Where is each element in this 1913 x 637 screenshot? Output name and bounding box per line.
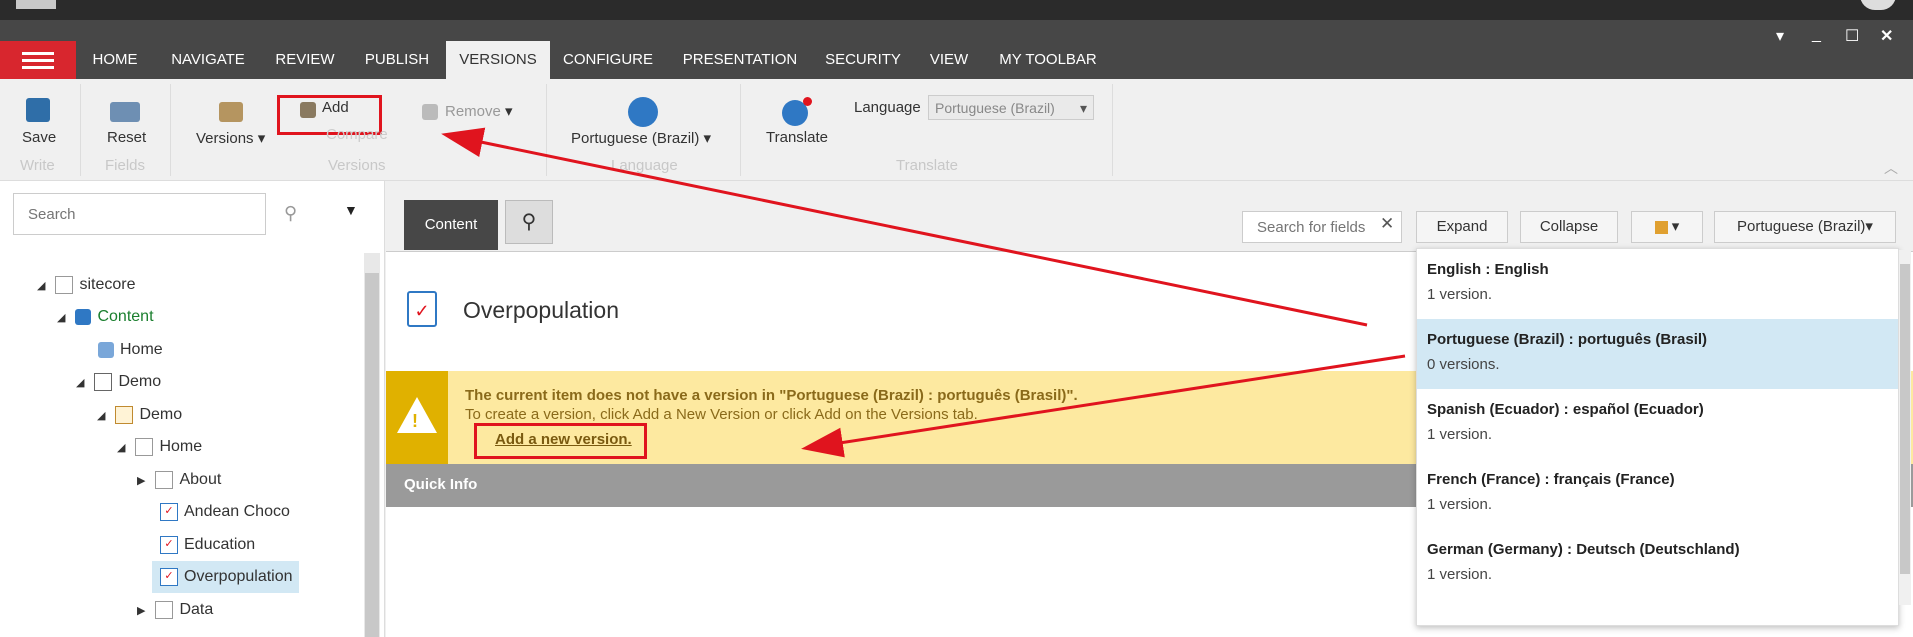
arrow-to-add-link	[801, 354, 1406, 458]
annotation-arrows	[441, 127, 1406, 458]
arrow-to-add-button	[441, 127, 1368, 327]
